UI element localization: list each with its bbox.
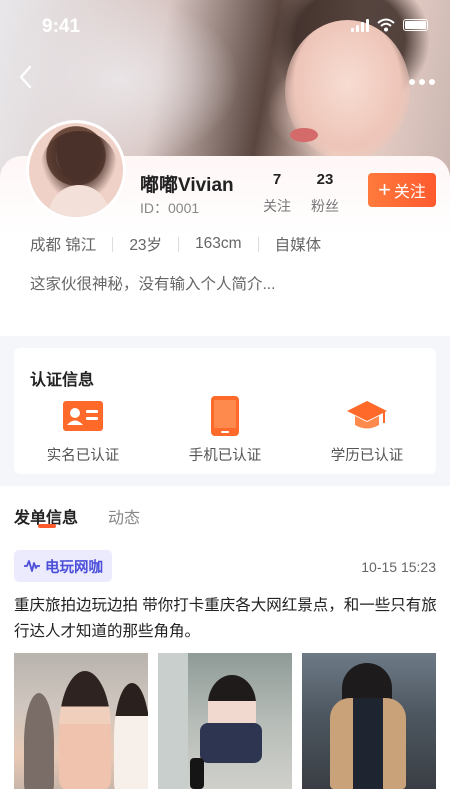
tab-moments[interactable]: 动态 xyxy=(108,504,140,528)
back-icon[interactable] xyxy=(16,64,40,92)
avatar-hair-shape xyxy=(41,131,117,201)
profile-name: 嘟嘟Vivian xyxy=(140,175,234,196)
cert-item-phone[interactable]: 手机已认证 xyxy=(170,396,280,465)
cover-lips-shape xyxy=(290,128,318,142)
info-height: 163cm xyxy=(195,235,242,252)
certification-card: 认证信息 实名已认证 手机已认证 学历已认证 xyxy=(14,348,436,474)
active-tab-indicator xyxy=(38,524,56,528)
info-occupation: 自媒体 xyxy=(274,237,322,254)
follow-button[interactable]: + 关注 xyxy=(368,173,436,207)
cert-item-realname[interactable]: 实名已认证 xyxy=(28,396,138,465)
category-label: 电玩网咖 xyxy=(45,559,103,576)
content-tabs: 发单信息 动态 xyxy=(0,486,450,536)
certification-title: 认证信息 xyxy=(30,372,95,389)
fans-count: 23 xyxy=(316,171,334,188)
following-count: 7 xyxy=(272,171,282,188)
plus-icon: + xyxy=(378,177,391,202)
following-label: 关注 xyxy=(263,198,291,214)
info-divider xyxy=(112,236,114,252)
following-stat[interactable]: 7 关注 xyxy=(257,171,297,216)
post-photo[interactable] xyxy=(302,653,436,789)
post-photo[interactable] xyxy=(158,653,292,789)
cert-item-label: 手机已认证 xyxy=(188,448,262,464)
fans-label: 粉丝 xyxy=(311,198,339,214)
status-bar: 9:41 xyxy=(0,0,450,54)
id-card-icon xyxy=(28,396,138,436)
graduation-cap-icon xyxy=(312,396,422,436)
status-icons xyxy=(351,18,428,32)
waveform-icon xyxy=(24,560,40,572)
post-photo[interactable] xyxy=(14,653,148,789)
post-time: 10-15 15:23 xyxy=(361,559,436,575)
profile-info-row: 成都 锦江 23岁 163cm 自媒体 xyxy=(30,233,321,255)
profile-bio: 这家伙很神秘，没有输入个人简介... xyxy=(30,276,276,293)
avatar[interactable] xyxy=(26,120,126,220)
cert-item-education[interactable]: 学历已认证 xyxy=(312,396,422,465)
info-divider xyxy=(178,236,180,252)
status-time: 9:41 xyxy=(42,16,81,37)
info-age: 23岁 xyxy=(129,237,163,254)
phone-icon xyxy=(170,396,280,436)
more-options-icon[interactable] xyxy=(408,66,438,86)
post-text[interactable]: 重庆旅拍边玩边拍 带你打卡重庆各大网红景点，和一些只有旅行达人才知道的那些角角。 xyxy=(14,593,438,645)
cert-item-label: 实名已认证 xyxy=(46,448,120,464)
follow-button-label: 关注 xyxy=(393,184,426,201)
cert-item-label: 学历已认证 xyxy=(330,448,404,464)
signal-icon xyxy=(351,18,369,32)
fans-stat[interactable]: 23 粉丝 xyxy=(305,171,345,216)
battery-icon xyxy=(403,19,428,31)
info-location: 成都 锦江 xyxy=(30,237,97,254)
category-badge[interactable]: 电玩网咖 xyxy=(14,550,112,582)
wifi-icon xyxy=(377,18,395,32)
info-divider xyxy=(257,236,259,252)
profile-id: ID：0001 xyxy=(140,200,200,216)
